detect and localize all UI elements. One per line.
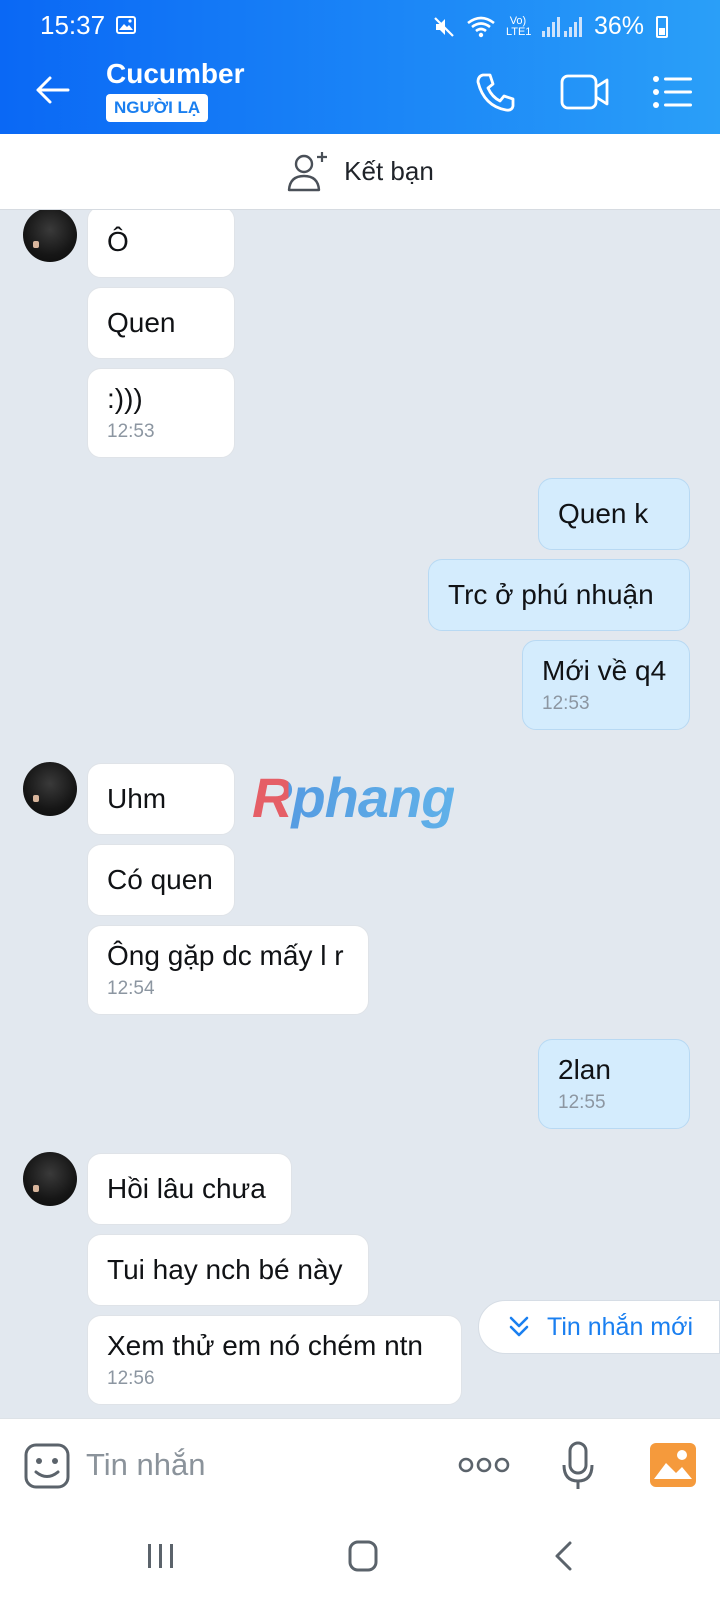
message-text: Tui hay nch bé này bbox=[107, 1254, 343, 1285]
message-time: 12:53 bbox=[107, 421, 155, 442]
recent-apps-icon[interactable] bbox=[146, 1542, 176, 1570]
signal-icon bbox=[541, 16, 582, 37]
image-gallery-icon[interactable] bbox=[650, 1443, 696, 1487]
status-right: Vo) LTE1 36% bbox=[432, 12, 668, 41]
message-bubble-incoming[interactable]: Ô bbox=[87, 210, 235, 278]
message-bubble-incoming[interactable]: Quen bbox=[87, 287, 235, 359]
message-bubble-incoming[interactable]: Có quen bbox=[87, 844, 235, 916]
message-bubble-outgoing[interactable]: Mới về q4 12:53 bbox=[522, 640, 690, 730]
list-menu-icon[interactable] bbox=[652, 72, 694, 112]
status-time: 15:37 bbox=[40, 10, 106, 40]
network-label: Vo) LTE1 bbox=[505, 14, 532, 38]
navigation-bar bbox=[0, 1512, 720, 1600]
message-input[interactable] bbox=[86, 1437, 426, 1493]
avatar[interactable] bbox=[23, 1152, 77, 1206]
message-text: :))) bbox=[107, 383, 143, 414]
phone-icon[interactable] bbox=[474, 70, 518, 114]
top-bar: 15:37 Vo) LTE1 36% Cucumber NGƯỜI LẠ bbox=[0, 0, 720, 134]
message-time: 12:54 bbox=[107, 978, 155, 999]
message-bubble-incoming[interactable]: :))) 12:53 bbox=[87, 368, 235, 458]
avatar[interactable] bbox=[23, 210, 77, 262]
back-icon[interactable] bbox=[552, 1540, 574, 1572]
message-bubble-incoming[interactable]: Hồi lâu chưa bbox=[87, 1153, 292, 1225]
message-text: Xem thử em nó chém ntn bbox=[107, 1330, 423, 1361]
message-text: Ông gặp dc mấy l r bbox=[107, 940, 344, 971]
message-time: 12:53 bbox=[542, 693, 590, 714]
message-time: 12:56 bbox=[107, 1368, 155, 1389]
contact-name[interactable]: Cucumber bbox=[106, 58, 244, 90]
message-text: 2lan bbox=[558, 1054, 611, 1085]
message-text: Mới về q4 bbox=[542, 655, 667, 686]
gallery-icon bbox=[116, 16, 136, 34]
message-bubble-outgoing[interactable]: Trc ở phú nhuận bbox=[428, 559, 690, 631]
message-bubble-incoming[interactable]: Ông gặp dc mấy l r 12:54 bbox=[87, 925, 369, 1015]
message-input-bar bbox=[0, 1418, 720, 1512]
battery-percent: 36% bbox=[593, 12, 644, 40]
message-text: Ô bbox=[107, 226, 129, 257]
add-friend-label: Kết bạn bbox=[344, 156, 434, 186]
message-text: Uhm bbox=[107, 783, 167, 814]
add-person-icon bbox=[287, 151, 328, 191]
message-text: Quen k bbox=[558, 498, 649, 529]
message-bubble-incoming[interactable]: Uhm bbox=[87, 763, 235, 835]
back-arrow-icon[interactable] bbox=[32, 70, 72, 110]
message-text: Quen bbox=[107, 307, 176, 338]
add-friend-button[interactable]: Kết bạn bbox=[0, 134, 720, 210]
chat-area[interactable]: Ô Quen :))) 12:53 Quen k Trc ở phú nhuận… bbox=[0, 210, 720, 1418]
more-icon[interactable] bbox=[458, 1455, 510, 1475]
watermark: Rphang bbox=[252, 766, 455, 829]
sticker-icon[interactable] bbox=[24, 1443, 70, 1489]
new-messages-label: Tin nhắn mới bbox=[547, 1312, 694, 1341]
battery-icon bbox=[656, 15, 668, 38]
new-messages-button[interactable]: Tin nhắn mới bbox=[478, 1300, 720, 1354]
message-text: Hồi lâu chưa bbox=[107, 1173, 266, 1204]
message-time: 12:55 bbox=[558, 1092, 606, 1113]
status-bar: 15:37 Vo) LTE1 36% bbox=[0, 0, 720, 48]
avatar[interactable] bbox=[23, 762, 77, 816]
message-text: Trc ở phú nhuận bbox=[448, 579, 654, 610]
wifi-icon bbox=[467, 16, 495, 37]
stranger-badge: NGƯỜI LẠ bbox=[106, 94, 209, 122]
message-bubble-outgoing[interactable]: 2lan 12:55 bbox=[538, 1039, 690, 1129]
message-bubble-incoming[interactable]: Tui hay nch bé này bbox=[87, 1234, 369, 1306]
double-chevron-down-icon bbox=[509, 1316, 529, 1337]
microphone-icon[interactable] bbox=[562, 1441, 594, 1491]
message-bubble-incoming[interactable]: Xem thử em nó chém ntn 12:56 bbox=[87, 1315, 462, 1405]
mute-icon bbox=[434, 16, 454, 37]
message-bubble-outgoing[interactable]: Quen k bbox=[538, 478, 690, 550]
home-icon[interactable] bbox=[348, 1540, 378, 1572]
video-call-icon[interactable] bbox=[560, 72, 610, 112]
message-text: Có quen bbox=[107, 864, 213, 895]
